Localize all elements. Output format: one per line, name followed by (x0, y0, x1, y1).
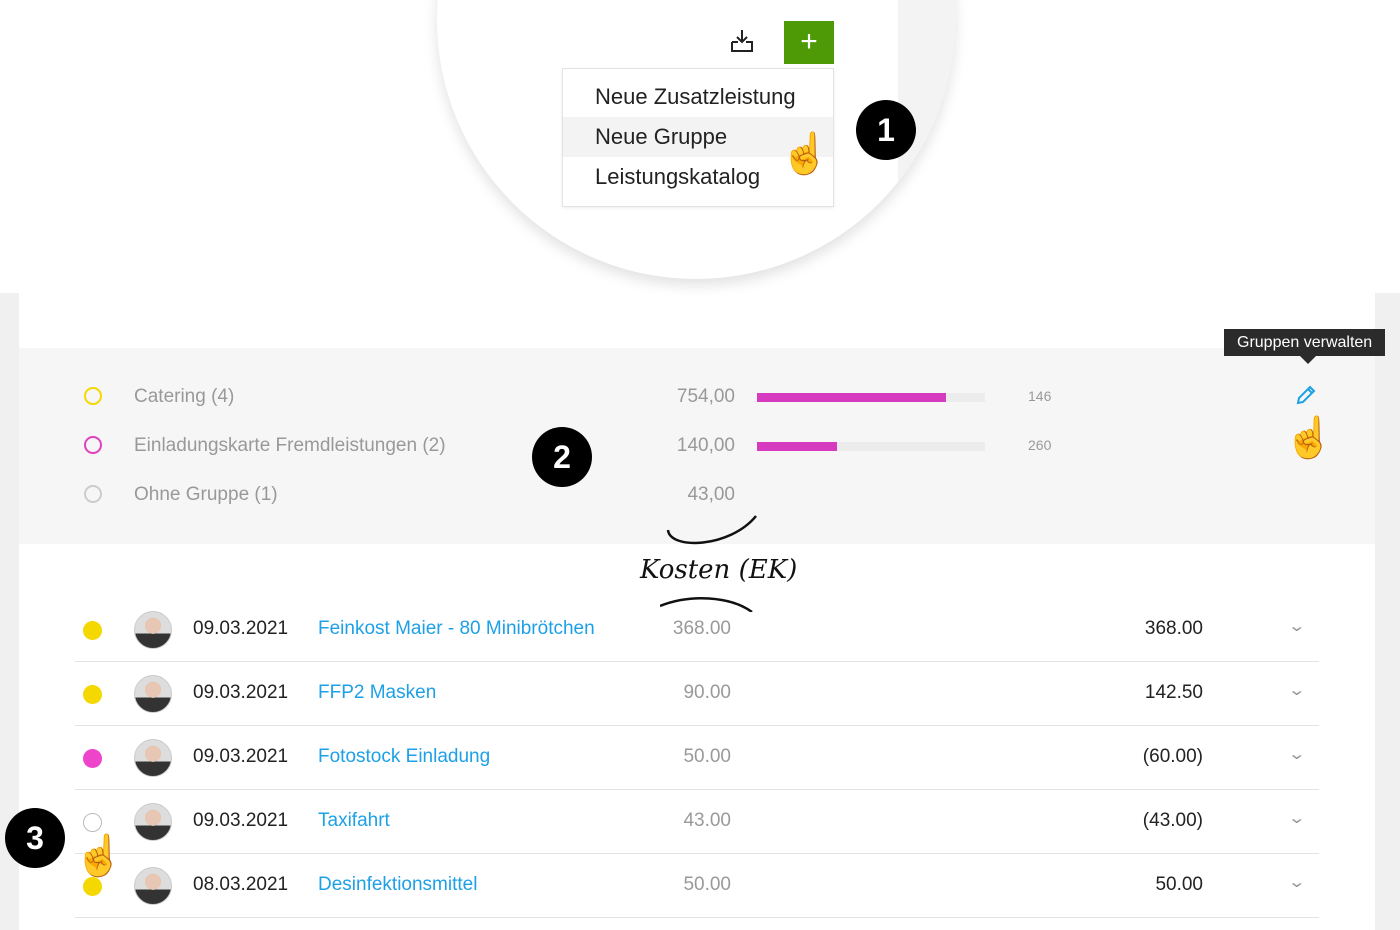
group-color-dot[interactable] (84, 387, 102, 405)
avatar (134, 803, 172, 841)
row-cost: 50.00 (683, 874, 731, 895)
avatar (134, 675, 172, 713)
row-price: 142.50 (1144, 682, 1203, 703)
row-cost: 43.00 (683, 810, 731, 831)
group-amount: 43,00 (687, 484, 735, 505)
group-dot[interactable] (83, 813, 102, 832)
group-label[interactable]: Catering (4) (134, 386, 234, 408)
chevron-down-icon[interactable]: ⌄ (1287, 680, 1306, 700)
table-row[interactable]: 09.03.2021 Fotostock Einladung 50.00 (60… (75, 726, 1319, 790)
group-count: 146 (1028, 388, 1052, 404)
row-title-link[interactable]: Feinkost Maier - 80 Minibrötchen (318, 618, 595, 640)
row-price: (43.00) (1142, 810, 1203, 831)
hand-cursor-icon: ☝ (780, 132, 830, 176)
hand-cursor-icon: ☝ (74, 834, 124, 878)
row-price: 368.00 (1144, 618, 1203, 639)
handwritten-annotation: Kosten (EK) (640, 555, 798, 585)
group-count: 260 (1028, 437, 1052, 453)
table-row[interactable]: 08.03.2021 Desinfektionsmittel 50.00 50.… (75, 854, 1319, 918)
download-icon[interactable] (728, 28, 756, 59)
chevron-down-icon[interactable]: ⌄ (1287, 616, 1306, 636)
row-cost: 90.00 (683, 682, 731, 703)
add-button[interactable]: + (784, 21, 834, 64)
row-date: 09.03.2021 (193, 746, 289, 767)
row-cost: 368.00 (672, 618, 731, 639)
step-badge-1: 1 (856, 100, 916, 160)
chevron-down-icon[interactable]: ⌄ (1287, 808, 1306, 828)
row-date: 09.03.2021 (193, 682, 289, 703)
chevron-down-icon[interactable]: ⌄ (1287, 744, 1306, 764)
avatar (134, 867, 172, 905)
row-title-link[interactable]: Taxifahrt (318, 810, 390, 832)
menu-item-neue-zusatzleistung[interactable]: Neue Zusatzleistung (563, 77, 833, 117)
group-dot[interactable] (83, 749, 102, 768)
group-dot[interactable] (83, 877, 102, 896)
group-label[interactable]: Einladungskarte Fremdleistungen (2) (134, 435, 446, 457)
hand-cursor-icon: ☝ (1284, 416, 1334, 460)
tooltip: Gruppen verwalten (1224, 329, 1386, 364)
group-dot[interactable] (83, 621, 102, 640)
group-progress-fill (757, 393, 947, 402)
row-date: 08.03.2021 (193, 874, 289, 895)
avatar (134, 611, 172, 649)
row-title-link[interactable]: FFP2 Masken (318, 682, 436, 704)
group-progress-bar (757, 442, 985, 451)
step-badge-2: 2 (532, 427, 592, 487)
pencil-edit-icon[interactable] (1295, 384, 1317, 411)
table-row[interactable]: 09.03.2021 Feinkost Maier - 80 Minibrötc… (75, 598, 1319, 662)
group-amount: 754,00 (676, 386, 735, 407)
row-price: 50.00 (1155, 874, 1203, 895)
table-row[interactable]: 09.03.2021 Taxifahrt 43.00 (43.00) ⌄ (75, 790, 1319, 854)
table-row[interactable]: 09.03.2021 FFP2 Masken 90.00 142.50 ⌄ (75, 662, 1319, 726)
group-dot[interactable] (83, 685, 102, 704)
row-date: 09.03.2021 (193, 810, 289, 831)
group-progress-bar (757, 393, 985, 402)
avatar (134, 739, 172, 777)
group-label[interactable]: Ohne Gruppe (1) (134, 484, 278, 506)
row-price: (60.00) (1142, 746, 1203, 767)
row-title-link[interactable]: Desinfektionsmittel (318, 874, 477, 896)
group-amount: 140,00 (676, 435, 735, 456)
group-color-dot[interactable] (84, 485, 102, 503)
row-title-link[interactable]: Fotostock Einladung (318, 746, 490, 768)
chevron-down-icon[interactable]: ⌄ (1287, 872, 1306, 892)
row-cost: 50.00 (683, 746, 731, 767)
step-badge-3: 3 (5, 808, 65, 868)
group-progress-fill (757, 442, 837, 451)
row-date: 09.03.2021 (193, 618, 289, 639)
group-color-dot[interactable] (84, 436, 102, 454)
